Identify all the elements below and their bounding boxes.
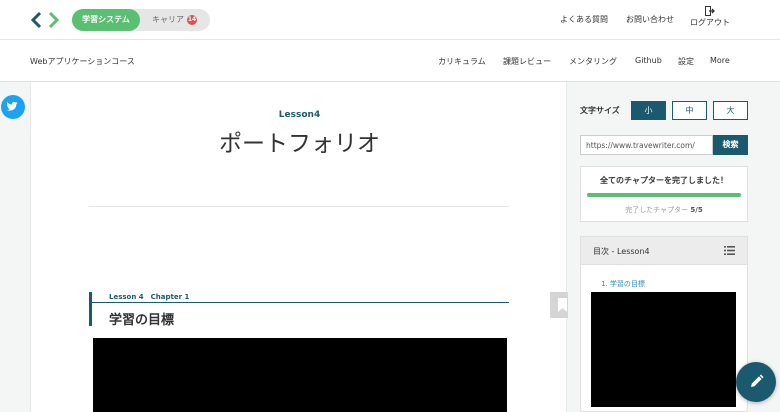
course-nav: Webアプリケーションコース カリキュラム 課題レビュー メンタリング Gith…	[0, 40, 780, 82]
toc-video-preview[interactable]	[591, 292, 736, 407]
progress-title: 全てのチャプターを完了しました！	[600, 176, 728, 185]
career-badge: 14	[187, 15, 197, 25]
toc-item[interactable]: 1. 学習の目標	[601, 279, 645, 289]
system-switch[interactable]: 学習システム キャリア 14	[72, 9, 210, 31]
code-logo-icon[interactable]	[30, 10, 60, 30]
divider	[89, 206, 509, 207]
progress-value: 5/5	[690, 206, 703, 214]
switch-career[interactable]: キャリア	[152, 9, 184, 31]
progress-bar-fill	[587, 193, 741, 197]
progress-caption: 完了したチャプター	[625, 206, 689, 214]
logout-icon	[705, 6, 715, 16]
nav-settings[interactable]: 設定	[678, 56, 694, 67]
toc-title: 目次 - Lesson4	[593, 247, 650, 256]
pencil-icon	[751, 374, 764, 387]
font-size-small-button[interactable]: 小	[631, 101, 666, 120]
nav-github[interactable]: Github	[635, 56, 662, 65]
chapter-title: 学習の目標	[109, 313, 175, 328]
video-player[interactable]	[93, 338, 507, 412]
nav-review[interactable]: 課題レビュー	[503, 56, 551, 67]
faq-link[interactable]: よくある質問	[560, 14, 608, 25]
edit-button[interactable]	[736, 362, 776, 402]
nav-curriculum[interactable]: カリキュラム	[438, 56, 486, 67]
font-size-medium-button[interactable]: 中	[672, 101, 707, 120]
search-button[interactable]: 検索	[713, 135, 748, 155]
top-bar: 学習システム キャリア 14 よくある質問 お問い合わせ ログアウト	[0, 0, 780, 40]
chapter-heading: Lesson 4 Chapter 1 学習の目標	[89, 292, 509, 328]
nav-mentoring[interactable]: メンタリング	[569, 56, 617, 67]
progress-count: 完了したチャプター 5/5	[581, 205, 747, 215]
chapter-label: Lesson 4 Chapter 1	[109, 293, 190, 301]
table-of-contents: 目次 - Lesson4 1. 学習の目標	[580, 236, 748, 412]
font-size-label: 文字サイズ	[580, 106, 620, 115]
progress-card: 全てのチャプターを完了しました！ 完了したチャプター 5/5	[580, 166, 748, 222]
font-size-large-button[interactable]: 大	[713, 101, 748, 120]
course-title[interactable]: Webアプリケーションコース	[30, 56, 135, 67]
twitter-icon	[6, 101, 18, 111]
list-icon[interactable]	[724, 246, 735, 255]
twitter-share-button[interactable]	[1, 95, 25, 119]
switch-learning-system[interactable]: 学習システム	[72, 9, 140, 31]
chapter-underline	[92, 302, 509, 303]
progress-bar	[587, 193, 741, 197]
logout-label: ログアウト	[690, 18, 730, 27]
lesson-content: Lesson4 ポートフォリオ Lesson 4 Chapter 1 学習の目標	[30, 82, 567, 412]
search-input[interactable]	[580, 135, 713, 155]
page-title: ポートフォリオ	[219, 131, 380, 157]
lesson-label: Lesson4	[278, 110, 321, 120]
toc-header[interactable]: 目次 - Lesson4	[581, 237, 747, 265]
contact-link[interactable]: お問い合わせ	[626, 14, 674, 25]
nav-more[interactable]: More	[710, 56, 730, 65]
logout-button[interactable]: ログアウト	[690, 6, 730, 28]
